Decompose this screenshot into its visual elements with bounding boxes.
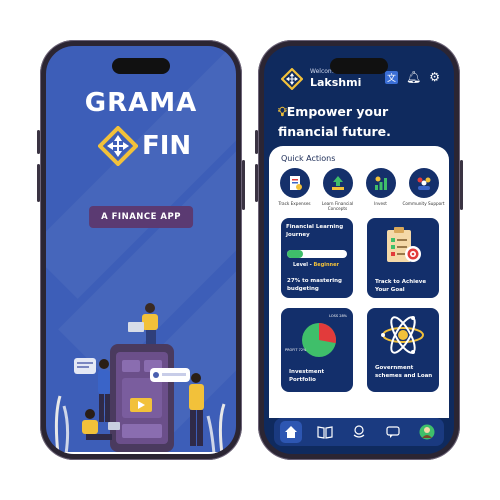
lightbulb-icon: 💡︎ bbox=[278, 104, 287, 119]
translate-icon[interactable]: 文 bbox=[384, 70, 398, 84]
learning-progress-bar bbox=[287, 250, 347, 258]
level-value: Beginner bbox=[313, 262, 339, 268]
brand-subtitle: FIN bbox=[142, 131, 192, 161]
goal-checklist-icon bbox=[387, 227, 421, 262]
header-actions: 文 🔔︎ ⚙ bbox=[384, 70, 440, 84]
community-icon bbox=[408, 168, 439, 198]
portfolio-label: Investment Portfolio bbox=[289, 369, 325, 383]
pie-loss-label: LOSS 28% bbox=[329, 314, 347, 318]
quick-action-track-expenses[interactable]: Track Expenses bbox=[273, 168, 316, 211]
schemes-card[interactable]: Government schemes and Loan bbox=[367, 308, 439, 392]
chat-help-icon[interactable] bbox=[382, 421, 404, 443]
home-icon[interactable] bbox=[280, 421, 302, 443]
level-text: Level - Beginner bbox=[293, 262, 339, 268]
user-name: Lakshmi bbox=[310, 76, 362, 89]
atom-icon bbox=[381, 316, 424, 354]
learning-progress-fill bbox=[287, 250, 304, 258]
pie-profit-label: PROFIT 72% bbox=[285, 348, 307, 352]
app-logo-icon bbox=[281, 68, 303, 90]
portfolio-pie-chart bbox=[302, 323, 336, 357]
gear-icon[interactable]: ⚙ bbox=[429, 70, 440, 84]
headline: 💡︎Empower your financial future. bbox=[278, 104, 391, 139]
quick-actions-title: Quick Actions bbox=[281, 154, 336, 163]
quick-action-community[interactable]: Community Support bbox=[402, 168, 445, 211]
progress-text: 27% to mastering budgeting bbox=[287, 278, 342, 292]
goal-label: Track to Achieve Your Goal bbox=[375, 279, 427, 293]
dynamic-island bbox=[330, 58, 388, 74]
dynamic-island bbox=[112, 58, 170, 74]
grama-fin-logo-icon bbox=[98, 126, 138, 166]
portfolio-card[interactable]: LOSS 28% PROFIT 72% Investment Portfolio bbox=[281, 308, 353, 392]
bell-icon[interactable]: 🔔︎ bbox=[406, 70, 421, 84]
quick-action-learn[interactable]: Learn Financial Concepts bbox=[316, 168, 359, 211]
schemes-label: Government schemes and Loan bbox=[375, 365, 433, 379]
finance-illustration bbox=[46, 303, 236, 454]
profile-icon[interactable] bbox=[416, 421, 438, 443]
bottom-nav bbox=[274, 418, 444, 446]
quick-action-invest[interactable]: Invest bbox=[359, 168, 402, 211]
brand-row: FIN bbox=[98, 126, 191, 166]
book-icon[interactable] bbox=[314, 421, 336, 443]
goal-card[interactable]: Track to Achieve Your Goal bbox=[367, 218, 439, 298]
home-phone: Welcome Lakshmi 文 🔔︎ ⚙ 💡︎Empower your fi… bbox=[255, 40, 463, 460]
brand-title: GRAMA bbox=[84, 88, 198, 118]
home-screen: Welcome Lakshmi 文 🔔︎ ⚙ 💡︎Empower your fi… bbox=[264, 46, 454, 454]
quick-actions-row: Track Expenses Learn Financial Concepts … bbox=[273, 168, 445, 211]
tagline-badge: A FINANCE APP bbox=[89, 206, 193, 228]
pie-loss-slice bbox=[319, 323, 336, 344]
learning-journey-card[interactable]: Financial Learning Journey Level - Begin… bbox=[281, 218, 353, 298]
splash-phone: GRAMA FIN A FINANCE APP bbox=[37, 40, 245, 460]
learning-journey-title: Financial Learning Journey bbox=[286, 224, 344, 238]
splash-screen: GRAMA FIN A FINANCE APP bbox=[46, 46, 236, 454]
invest-chart-icon bbox=[365, 168, 396, 198]
money-growth-icon bbox=[322, 168, 353, 198]
rupee-hand-icon[interactable] bbox=[348, 421, 370, 443]
content-panel: Quick Actions Track Expenses Learn Finan… bbox=[269, 146, 449, 418]
receipt-icon bbox=[279, 168, 310, 198]
